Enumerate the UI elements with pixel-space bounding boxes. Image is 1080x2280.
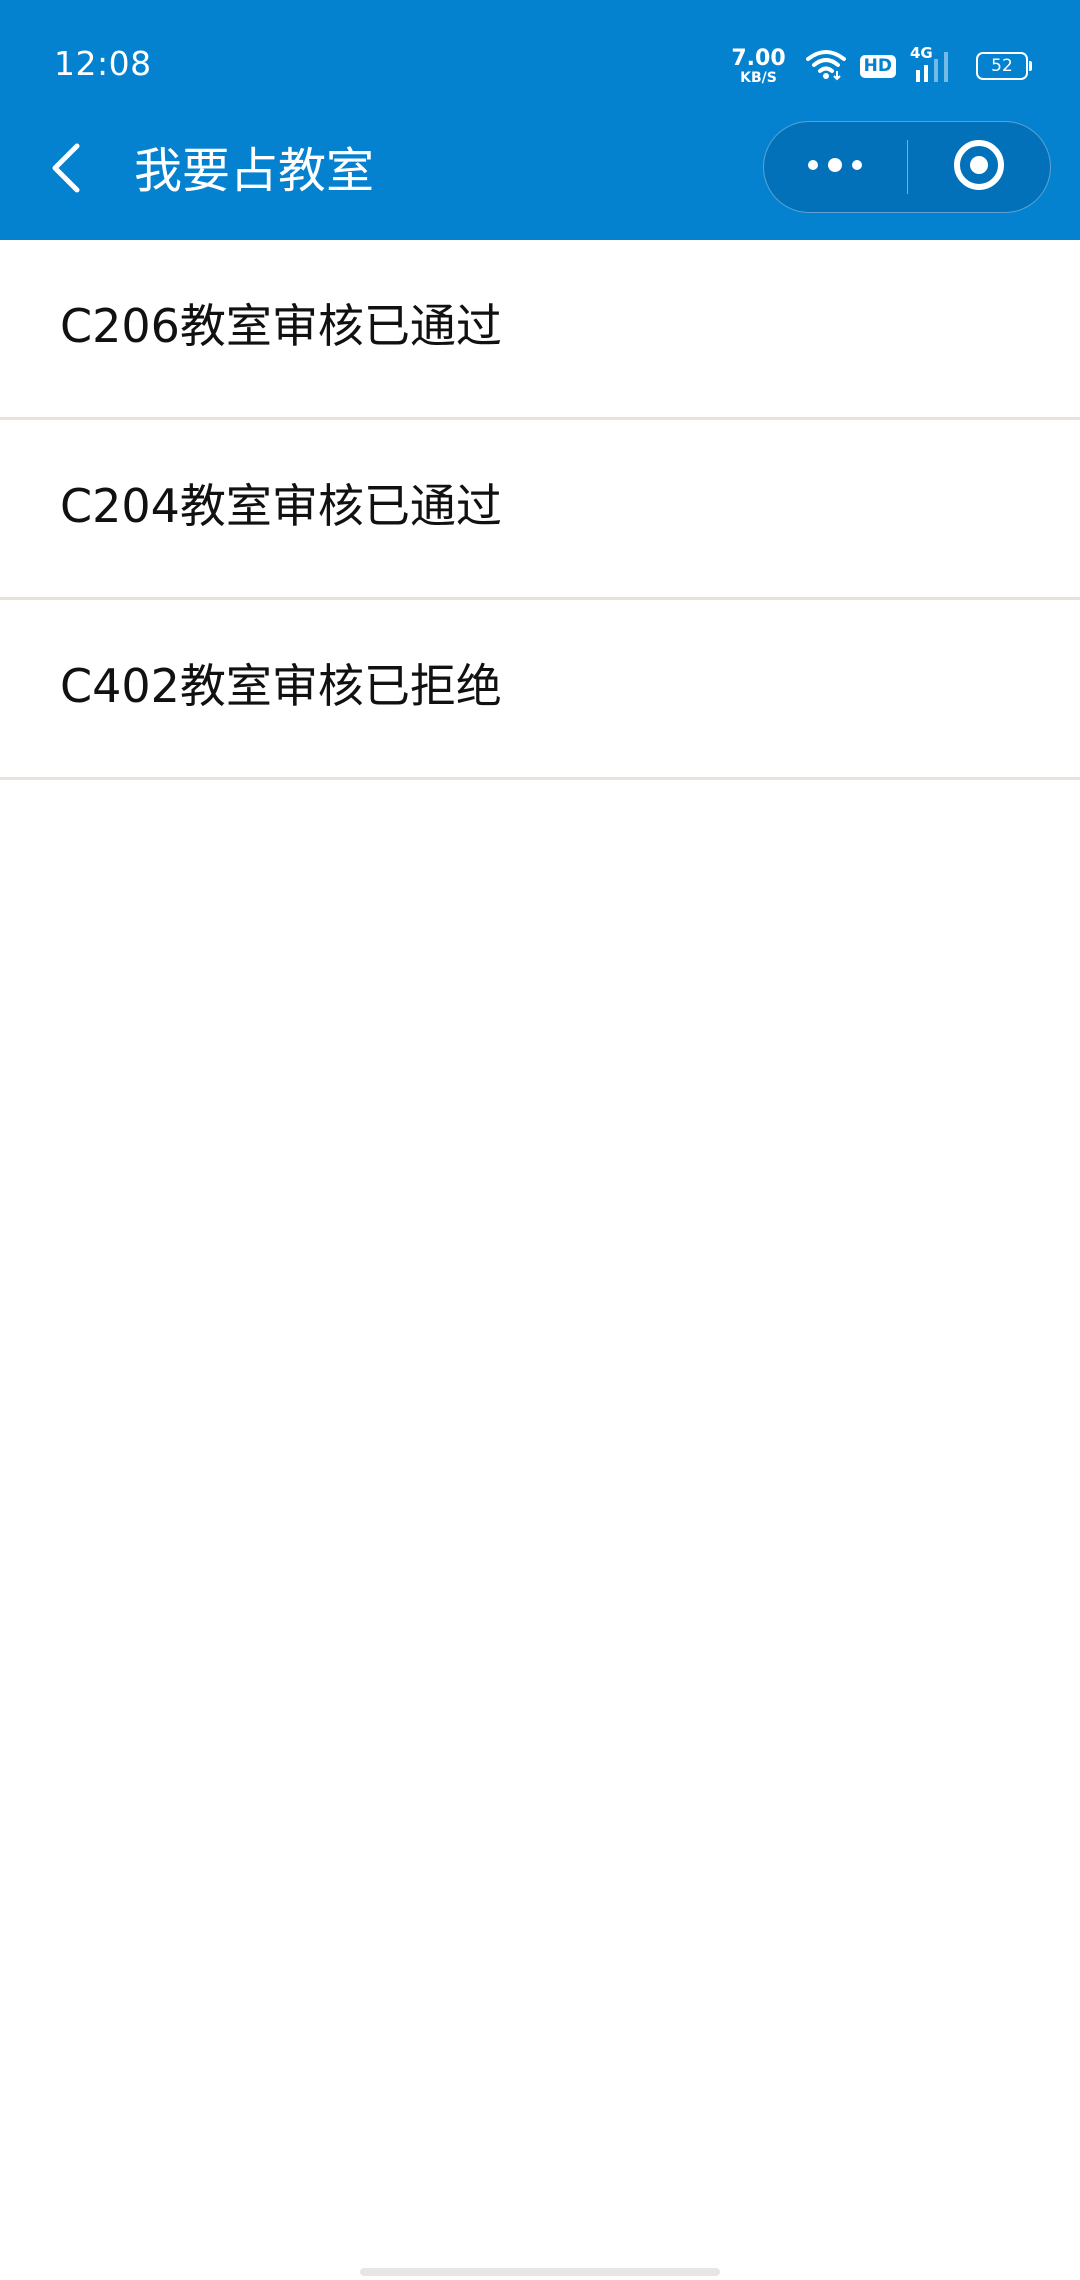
network-speed-unit: KB/S — [740, 69, 777, 86]
nav-bar: 我要占教室 — [0, 120, 1080, 240]
screen: 12:08 7.00 KB/S HD 4G 52 我要占教室 C206教室审核已… — [0, 0, 1080, 2280]
more-dots-icon — [805, 155, 865, 179]
header: 12:08 7.00 KB/S HD 4G 52 我要占教室 — [0, 0, 1080, 240]
chevron-left-icon — [49, 142, 83, 198]
status-bar: 12:08 7.00 KB/S HD 4G 52 — [0, 0, 1080, 120]
target-circle-icon — [952, 138, 1006, 196]
list-item-text: C206教室审核已通过 — [60, 299, 502, 353]
status-time: 12:08 — [54, 44, 152, 83]
close-button[interactable] — [908, 122, 1051, 212]
back-button[interactable] — [36, 140, 96, 200]
status-icons: 7.00 KB/S HD 4G 52 — [731, 44, 1032, 88]
reservation-list: C206教室审核已通过 C204教室审核已通过 C402教室审核已拒绝 — [0, 240, 1080, 780]
home-indicator[interactable] — [360, 2268, 720, 2276]
list-item-text: C204教室审核已通过 — [60, 479, 502, 533]
network-speed: 7.00 KB/S — [731, 45, 786, 86]
list-item-text: C402教室审核已拒绝 — [60, 659, 502, 713]
page-title: 我要占教室 — [134, 143, 375, 199]
list-item[interactable]: C402教室审核已拒绝 — [0, 600, 1080, 780]
hd-icon: HD — [859, 54, 896, 78]
battery-icon: 52 — [976, 52, 1032, 80]
list-item[interactable]: C204教室审核已通过 — [0, 420, 1080, 600]
wifi-icon — [805, 47, 846, 85]
mini-program-capsule — [763, 121, 1051, 213]
list-item[interactable]: C206教室审核已通过 — [0, 240, 1080, 420]
network-speed-value: 7.00 — [731, 45, 786, 71]
signal-icon: 4G — [910, 44, 956, 84]
more-button[interactable] — [764, 122, 907, 212]
